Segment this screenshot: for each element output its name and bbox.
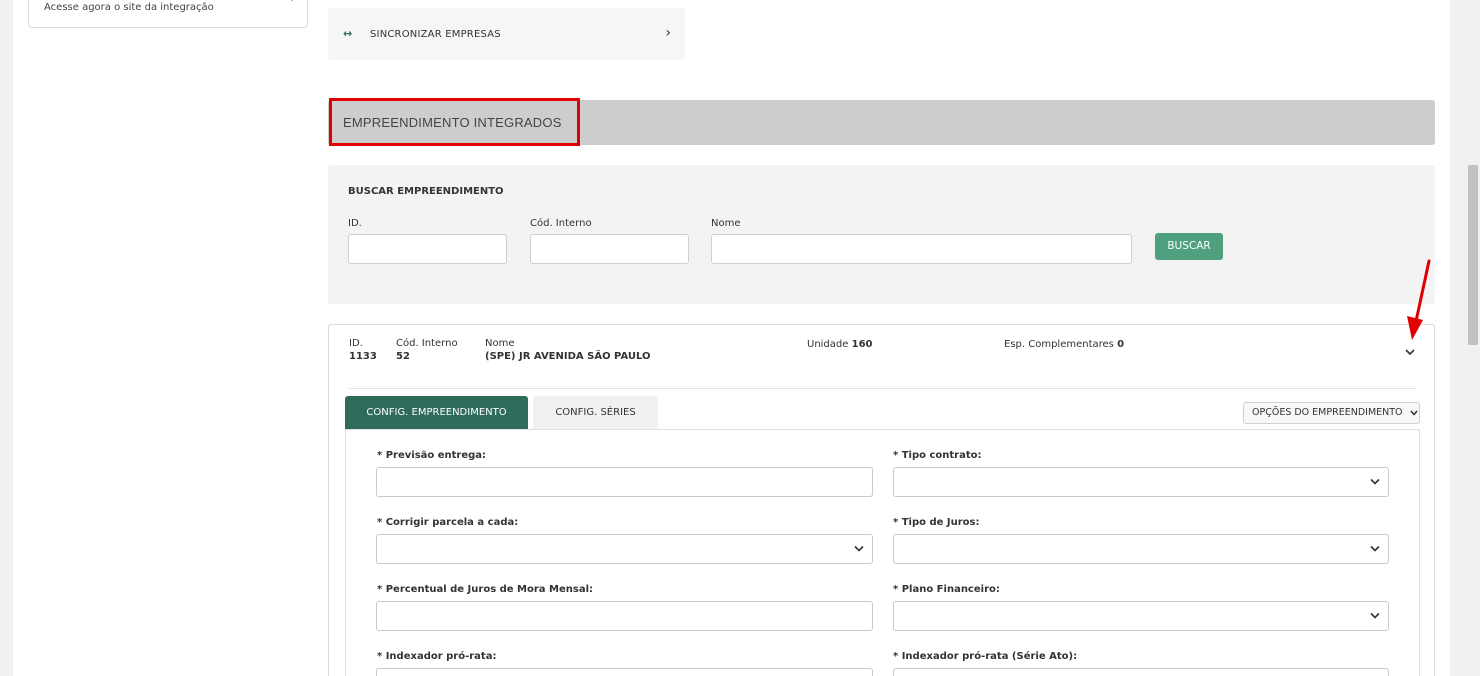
integration-site-text: Acesse agora o site da integração [44,2,214,13]
tab-config-empreendimento[interactable]: CONFIG. EMPREENDIMENTO [345,396,528,429]
chevron-down-icon [1370,609,1380,622]
chevron-right-icon: › [665,25,671,41]
highlight-box [329,98,580,146]
id-label: ID. [348,218,362,229]
corrigir-select[interactable] [376,534,873,564]
search-panel-title: BUSCAR EMPREENDIMENTO [348,186,504,197]
chevron-right-icon: › [290,0,295,5]
tipo-juros-select[interactable] [893,534,1389,564]
result-cod-label: Cód. Interno [396,338,458,349]
chevron-down-icon [1370,542,1380,555]
unidade-value: 160 [851,339,873,350]
config-form: * Previsão entrega: * Tipo contrato: * C… [345,429,1420,676]
unidade-info: Unidade 160 [807,339,872,350]
plano-label: * Plano Financeiro: [893,584,1000,595]
indexador-label: * Indexador pró-rata: [377,651,497,662]
result-nome-label: Nome [485,338,515,349]
percentual-input[interactable] [376,601,873,631]
chevron-down-icon [854,542,864,555]
tipo-juros-label: * Tipo de Juros: [893,517,980,528]
esp-value: 0 [1117,339,1125,350]
result-nome-value: (SPE) JR AVENIDA SÃO PAULO [485,351,651,362]
cod-interno-label: Cód. Interno [530,218,592,229]
unidade-label: Unidade [807,339,849,350]
previsao-label: * Previsão entrega: [377,450,487,461]
corrigir-label: * Corrigir parcela a cada: [377,517,519,528]
previsao-input[interactable] [376,467,873,497]
search-button[interactable]: BUSCAR [1155,233,1223,260]
chevron-down-icon [1370,475,1380,488]
scrollbar-thumb[interactable] [1468,165,1478,345]
id-input[interactable] [348,234,507,264]
result-id-label: ID. [349,338,363,349]
options-dropdown-button[interactable]: OPÇÕES DO EMPREENDIMENTO [1243,402,1420,424]
percentual-label: * Percentual de Juros de Mora Mensal: [377,584,594,595]
tipo-contrato-select[interactable] [893,467,1389,497]
indexador-ato-label: * Indexador pró-rata (Série Ato): [893,651,1078,662]
plano-select[interactable] [893,601,1389,631]
sync-companies-card[interactable]: ↔ SINCRONIZAR EMPRESAS › [328,8,685,60]
result-id-value: 1133 [349,351,377,362]
nome-label: Nome [711,218,741,229]
sync-companies-label: SINCRONIZAR EMPRESAS [370,29,501,40]
expand-chevron-down-icon[interactable] [1405,345,1415,359]
integration-site-card[interactable]: Acesse agora o site da integração › [28,0,308,28]
tipo-contrato-label: * Tipo contrato: [893,450,982,461]
cod-interno-input[interactable] [530,234,689,264]
nome-input[interactable] [711,234,1132,264]
options-label: OPÇÕES DO EMPREENDIMENTO [1252,407,1403,418]
scrollbar[interactable] [1466,0,1480,676]
indexador-input[interactable] [376,668,873,676]
chevron-down-icon [1409,410,1418,416]
tab-config-series[interactable]: CONFIG. SÉRIES [533,396,658,429]
esp-label: Esp. Complementares [1004,339,1114,350]
search-panel: BUSCAR EMPREENDIMENTO ID. Cód. Interno N… [328,165,1435,304]
red-arrow-annotation [1407,259,1431,340]
divider [349,388,1416,389]
result-card: ID. 1133 Cód. Interno 52 Nome (SPE) JR A… [328,324,1435,676]
result-cod-value: 52 [396,351,410,362]
sync-arrows-icon: ↔ [343,27,353,40]
indexador-ato-input[interactable] [893,668,1389,676]
esp-complementares-info: Esp. Complementares 0 [1004,339,1124,350]
